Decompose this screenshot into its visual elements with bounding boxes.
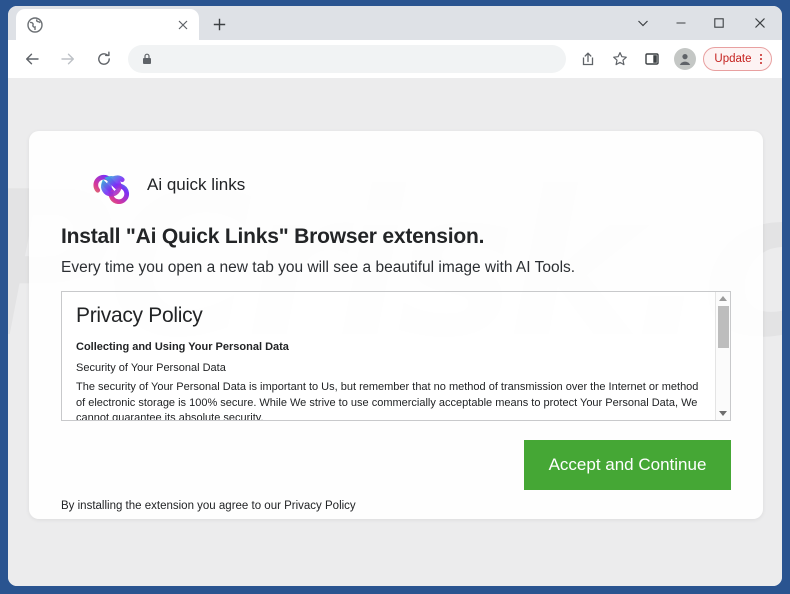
minimize-button[interactable] bbox=[662, 6, 700, 40]
update-button-label: Update bbox=[714, 53, 752, 65]
lock-icon bbox=[143, 53, 151, 64]
maximize-icon bbox=[714, 18, 724, 28]
brand-row: Ai quick links bbox=[89, 161, 731, 209]
card-footer: By installing the extension you agree to… bbox=[61, 440, 731, 512]
maximize-button[interactable] bbox=[700, 6, 738, 40]
privacy-policy-scrollbar[interactable] bbox=[715, 292, 730, 420]
browser-window: Update PCrisk.com bbox=[8, 6, 782, 586]
scroll-down-button[interactable] bbox=[716, 407, 731, 420]
accept-and-continue-button[interactable]: Accept and Continue bbox=[524, 440, 731, 490]
person-icon bbox=[680, 54, 691, 65]
plus-icon bbox=[213, 18, 225, 30]
scroll-up-button[interactable] bbox=[716, 292, 731, 305]
page-title: Install "Ai Quick Links" Browser extensi… bbox=[61, 225, 485, 248]
back-button[interactable] bbox=[18, 45, 46, 73]
privacy-policy-box[interactable]: Privacy Policy Collecting and Using Your… bbox=[61, 291, 731, 421]
update-button[interactable]: Update bbox=[703, 47, 772, 71]
share-button[interactable] bbox=[575, 46, 601, 72]
install-card: Ai quick links Install "Ai Quick Links" … bbox=[29, 131, 763, 519]
reload-icon bbox=[98, 51, 110, 65]
privacy-policy-paragraph: The security of Your Personal Data is im… bbox=[76, 381, 699, 420]
browser-tab[interactable] bbox=[16, 9, 199, 40]
profile-avatar[interactable] bbox=[674, 48, 697, 70]
page-subtitle: Every time you open a new tab you will s… bbox=[61, 259, 576, 276]
bookmark-button[interactable] bbox=[607, 46, 633, 72]
privacy-policy-section-heading: Collecting and Using Your Personal Data bbox=[76, 341, 289, 353]
privacy-policy-subsection-heading: Security of Your Personal Data bbox=[76, 362, 226, 374]
arrow-right-icon bbox=[61, 53, 74, 65]
consent-note: By installing the extension you agree to… bbox=[61, 500, 356, 512]
privacy-policy-content: Privacy Policy Collecting and Using Your… bbox=[62, 292, 715, 420]
arrow-left-icon bbox=[26, 53, 39, 65]
chevron-down-icon bbox=[638, 20, 648, 27]
share-icon bbox=[583, 52, 594, 66]
window-controls bbox=[624, 6, 782, 40]
close-icon bbox=[178, 20, 188, 29]
close-window-button[interactable] bbox=[738, 6, 782, 40]
close-icon bbox=[755, 18, 765, 28]
minimize-icon bbox=[676, 22, 686, 24]
new-tab-button[interactable] bbox=[205, 10, 233, 38]
address-bar[interactable] bbox=[128, 45, 567, 73]
ai-quick-links-logo-icon bbox=[93, 174, 130, 205]
page-viewport: PCrisk.com bbox=[8, 78, 782, 586]
window-frame: Update PCrisk.com bbox=[0, 0, 790, 594]
side-panel-button[interactable] bbox=[639, 46, 665, 72]
privacy-policy-title: Privacy Policy bbox=[76, 304, 203, 327]
star-icon bbox=[613, 52, 628, 66]
globe-icon bbox=[27, 16, 43, 33]
side-panel-icon bbox=[645, 53, 660, 65]
brand-name: Ai quick links bbox=[147, 175, 246, 194]
tab-search-button[interactable] bbox=[624, 6, 662, 40]
scrollbar-thumb[interactable] bbox=[718, 306, 729, 348]
tab-close-button[interactable] bbox=[175, 17, 191, 33]
browser-toolbar: Update bbox=[8, 40, 782, 78]
forward-button[interactable] bbox=[54, 45, 82, 73]
three-dots-vertical-icon[interactable] bbox=[757, 53, 766, 65]
reload-button[interactable] bbox=[90, 45, 118, 73]
tab-strip bbox=[8, 6, 782, 40]
caret-up-icon bbox=[719, 296, 727, 301]
caret-down-icon bbox=[719, 411, 727, 416]
